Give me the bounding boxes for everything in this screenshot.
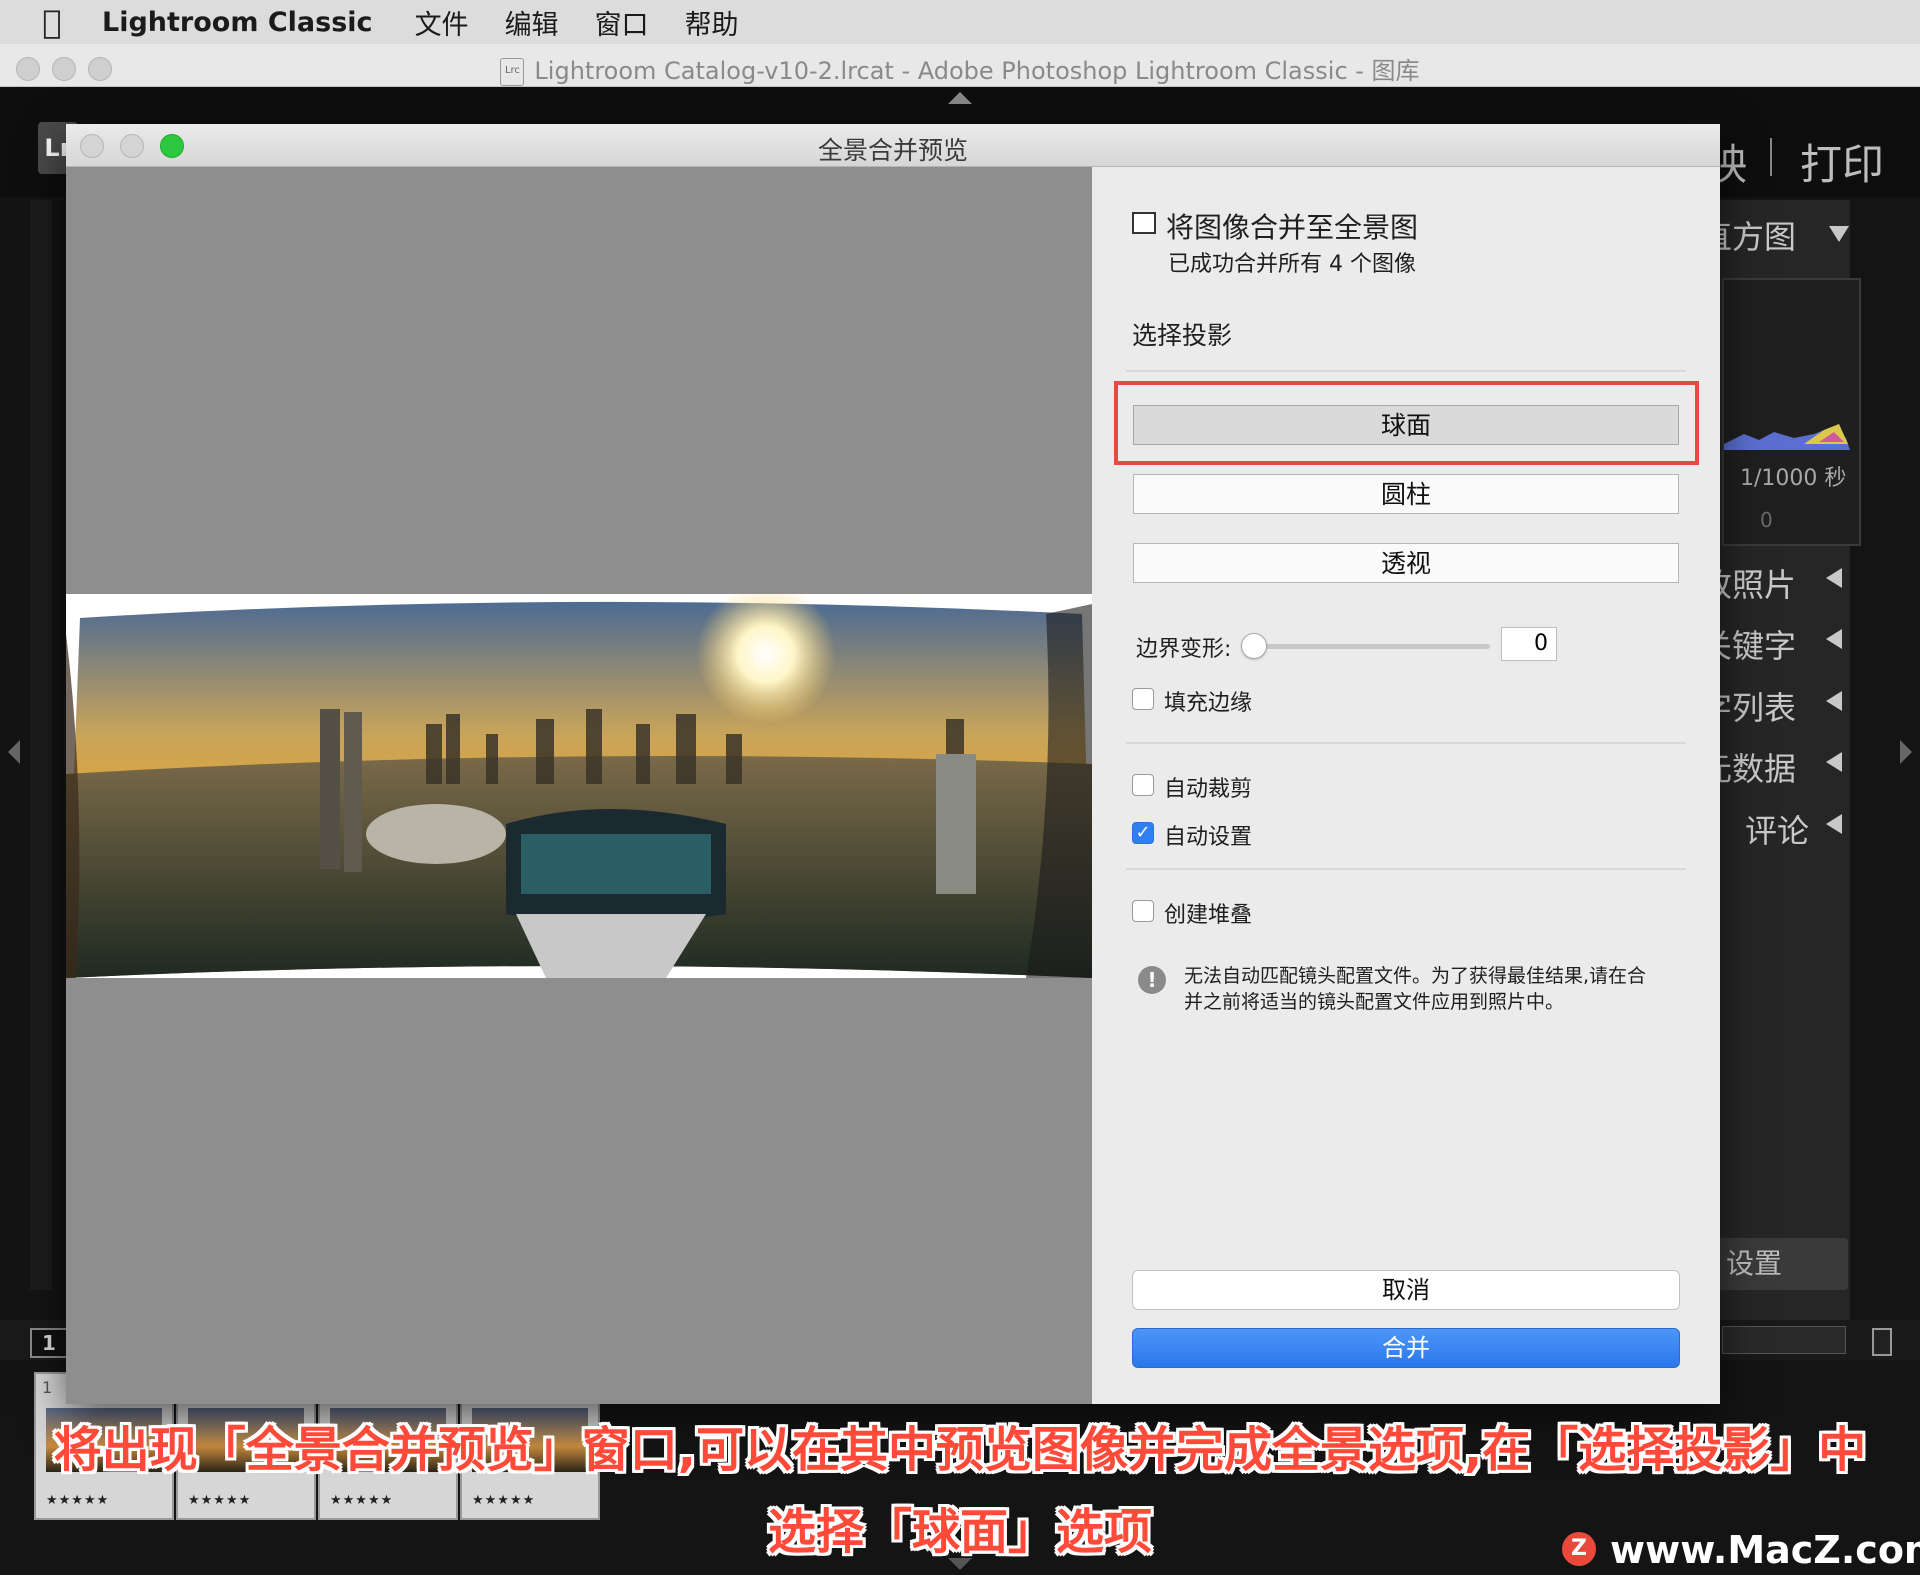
dialog-titlebar: 全景合并预览 bbox=[66, 124, 1720, 167]
expand-arrow-icon[interactable] bbox=[1826, 568, 1842, 588]
window-title: Lrc Lightroom Catalog-v10-2.lrcat - Adobe… bbox=[0, 51, 1920, 86]
menu-app-name[interactable]: Lightroom Classic bbox=[102, 7, 373, 38]
right-panel-toggle-icon[interactable] bbox=[1900, 740, 1912, 764]
perspective-button[interactable]: 透视 bbox=[1133, 543, 1679, 583]
merge-status: 已成功合并所有 4 个图像 bbox=[1168, 252, 1416, 277]
fill-edges-checkbox[interactable] bbox=[1132, 688, 1154, 710]
auto-crop-label: 自动裁剪 bbox=[1164, 777, 1253, 802]
window-titlebar: Lrc Lightroom Catalog-v10-2.lrcat - Adobe… bbox=[0, 44, 1920, 87]
boundary-warp-slider[interactable] bbox=[1250, 644, 1490, 649]
filter-dropdown[interactable] bbox=[1722, 1326, 1846, 1354]
create-stack-label: 创建堆叠 bbox=[1164, 903, 1253, 928]
module-print[interactable]: 打印 bbox=[1800, 131, 1884, 192]
watermark-logo: Z bbox=[1562, 1532, 1596, 1566]
boundary-warp-label: 边界变形: bbox=[1136, 637, 1232, 662]
image-icon bbox=[1132, 212, 1156, 234]
window-title-text: Lightroom Catalog-v10-2.lrcat - Adobe Ph… bbox=[534, 57, 1420, 85]
histogram-graph bbox=[1724, 424, 1850, 450]
menu-help[interactable]: 帮助 bbox=[685, 3, 739, 42]
left-panel-toggle-icon[interactable] bbox=[8, 740, 20, 764]
divider bbox=[1126, 742, 1686, 744]
expand-arrow-icon[interactable] bbox=[1826, 629, 1842, 649]
apple-icon[interactable]:  bbox=[24, 3, 80, 41]
divider bbox=[1126, 370, 1686, 372]
expand-arrow-icon[interactable] bbox=[1826, 814, 1842, 834]
auto-settings-label: 自动设置 bbox=[1164, 825, 1253, 850]
exposure-value: 0 bbox=[1760, 508, 1773, 532]
fill-edges-label: 填充边缘 bbox=[1164, 691, 1253, 716]
sync-settings-button[interactable]: 设置 bbox=[1718, 1238, 1848, 1290]
divider bbox=[1126, 868, 1686, 870]
watermark: www.MacZ.com bbox=[1610, 1528, 1920, 1572]
catalog-icon: Lrc bbox=[500, 58, 525, 86]
filter-lock-icon[interactable] bbox=[1872, 1328, 1892, 1356]
menu-file[interactable]: 文件 bbox=[415, 3, 469, 42]
warning-icon: ! bbox=[1138, 966, 1166, 994]
cylindrical-button[interactable]: 圆柱 bbox=[1133, 474, 1679, 514]
menu-edit[interactable]: 编辑 bbox=[505, 3, 559, 42]
left-panel-edge bbox=[30, 200, 52, 1290]
lens-profile-warning: 无法自动匹配镜头配置文件。为了获得最佳结果,请在合并之前将适当的镜头配置文件应用… bbox=[1184, 965, 1647, 1013]
menu-bar:  Lightroom Classic 文件 编辑 窗口 帮助 bbox=[0, 0, 1920, 44]
boundary-warp-input[interactable]: 0 bbox=[1501, 627, 1557, 661]
tutorial-caption: 将出现「全景合并预览」窗口,可以在其中预览图像并完成全景选项,在「选择投影」中 bbox=[53, 1422, 1867, 1478]
panel-comments[interactable]: 评论 bbox=[1745, 806, 1809, 852]
merge-heading: 将图像合并至全景图 bbox=[1166, 211, 1419, 244]
highlight-box bbox=[1114, 381, 1699, 465]
cancel-button[interactable]: 取消 bbox=[1132, 1270, 1680, 1310]
dialog-title: 全景合并预览 bbox=[817, 136, 968, 165]
auto-crop-checkbox[interactable] bbox=[1132, 774, 1154, 796]
projection-label: 选择投影 bbox=[1132, 321, 1233, 350]
auto-settings-checkbox[interactable]: ✓ bbox=[1132, 822, 1154, 844]
shutter-speed: 1/1000 秒 bbox=[1740, 466, 1847, 491]
merge-button[interactable]: 合并 bbox=[1132, 1328, 1680, 1368]
thumb-index: 1 bbox=[42, 1378, 53, 1397]
expand-arrow-icon[interactable] bbox=[1826, 752, 1842, 772]
create-stack-checkbox[interactable] bbox=[1132, 900, 1154, 922]
menu-window[interactable]: 窗口 bbox=[595, 3, 649, 42]
histogram-collapse-icon[interactable] bbox=[1829, 226, 1849, 242]
panorama-preview-image bbox=[66, 594, 1092, 978]
expand-arrow-icon[interactable] bbox=[1826, 691, 1842, 711]
slider-handle[interactable] bbox=[1241, 633, 1267, 659]
top-panel-toggle-icon[interactable] bbox=[948, 92, 972, 104]
secondary-display-button[interactable]: 1 bbox=[30, 1328, 68, 1358]
module-separator bbox=[1770, 138, 1772, 176]
